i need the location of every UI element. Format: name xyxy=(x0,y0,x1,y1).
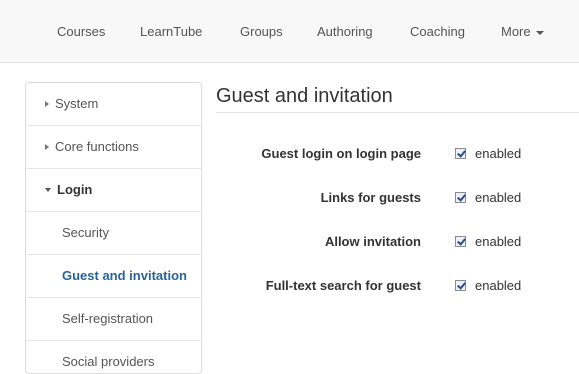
checkbox-label[interactable]: enabled xyxy=(475,278,521,293)
checkbox-label[interactable]: enabled xyxy=(475,146,521,161)
caret-down-icon xyxy=(535,30,544,35)
sidebar-item-social-providers[interactable]: Social providers xyxy=(26,341,201,373)
guest-login-checkbox[interactable] xyxy=(455,148,466,159)
setting-row-guest-login: Guest login on login page enabled xyxy=(216,142,579,166)
setting-row-full-text-search: Full-text search for guest enabled xyxy=(216,274,579,298)
setting-label: Links for guests xyxy=(320,190,421,205)
sidebar-item-system[interactable]: System xyxy=(26,83,201,126)
triangle-right-icon xyxy=(45,101,49,107)
sidebar-item-guest-and-invitation[interactable]: Guest and invitation xyxy=(26,255,201,298)
sidebar-item-label: Security xyxy=(62,225,109,240)
nav-more[interactable]: More xyxy=(501,24,544,39)
sidebar-item-label: Login xyxy=(57,182,93,197)
admin-sidebar: System Core functions Login Security Gue… xyxy=(25,82,202,374)
title-divider xyxy=(216,112,579,113)
nav-coaching[interactable]: Coaching xyxy=(410,24,465,39)
sidebar-item-login[interactable]: Login xyxy=(26,169,201,212)
triangle-right-icon xyxy=(45,144,49,150)
full-text-search-checkbox[interactable] xyxy=(455,280,466,291)
top-navigation: Courses LearnTube Groups Authoring Coach… xyxy=(0,0,579,63)
sidebar-item-self-registration[interactable]: Self-registration xyxy=(26,298,201,341)
sidebar-item-label: Social providers xyxy=(62,354,155,369)
sidebar-item-label: Core functions xyxy=(55,139,139,154)
setting-label: Full-text search for guest xyxy=(265,278,421,293)
sidebar-item-label: Guest and invitation xyxy=(62,268,187,283)
checkbox-label[interactable]: enabled xyxy=(475,190,521,205)
sidebar-item-label: Self-registration xyxy=(62,311,154,326)
nav-courses[interactable]: Courses xyxy=(57,24,105,39)
setting-row-links-for-guests: Links for guests enabled xyxy=(216,186,579,210)
nav-learntube[interactable]: LearnTube xyxy=(140,24,202,39)
triangle-down-icon xyxy=(45,188,51,192)
setting-row-allow-invitation: Allow invitation enabled xyxy=(216,230,579,254)
checkbox-label[interactable]: enabled xyxy=(475,234,521,249)
setting-label: Allow invitation xyxy=(324,234,421,249)
page-title: Guest and invitation xyxy=(216,85,393,107)
allow-invitation-checkbox[interactable] xyxy=(455,236,466,247)
sidebar-item-security[interactable]: Security xyxy=(26,212,201,255)
nav-authoring[interactable]: Authoring xyxy=(317,24,373,39)
sidebar-item-label: System xyxy=(55,96,99,111)
sidebar-item-core-functions[interactable]: Core functions xyxy=(26,126,201,169)
nav-more-label: More xyxy=(501,24,531,39)
links-for-guests-checkbox[interactable] xyxy=(455,192,466,203)
setting-label: Guest login on login page xyxy=(261,146,421,161)
nav-groups[interactable]: Groups xyxy=(240,24,283,39)
